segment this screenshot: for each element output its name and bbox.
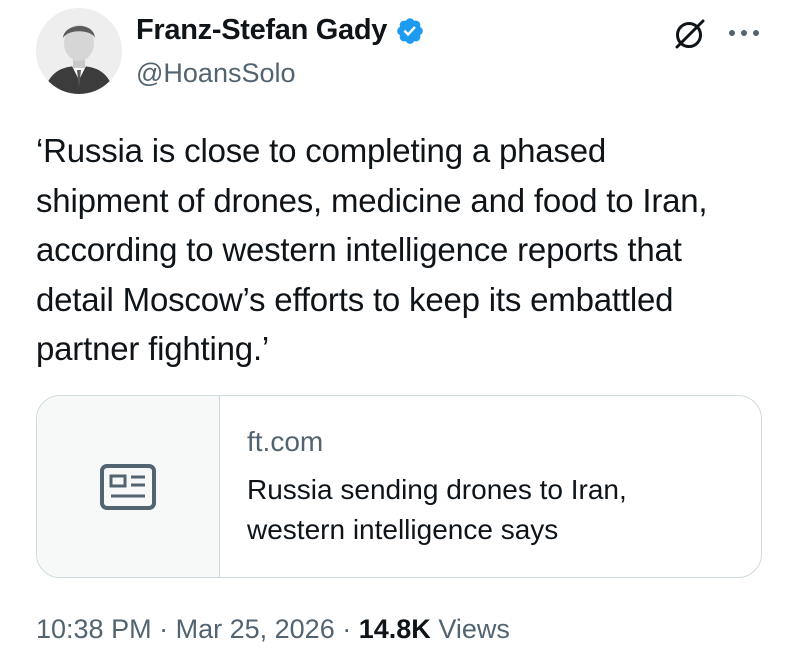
tweet-text: ‘Russia is close to completing a phased … xyxy=(36,132,708,367)
avatar-image xyxy=(36,8,122,94)
avatar[interactable] xyxy=(36,8,122,94)
timestamp-time[interactable]: 10:38 PM xyxy=(36,614,152,644)
tweet-meta: 10:38 PM · Mar 25, 2026 · 14.8K Views xyxy=(36,614,510,645)
card-thumbnail xyxy=(37,396,220,577)
name-row: Franz-Stefan Gady xyxy=(136,14,425,47)
meta-separator: · xyxy=(342,614,352,644)
tweet: Franz-Stefan Gady @HoansSolo ‘Russia is … xyxy=(0,0,800,655)
article-icon xyxy=(100,463,156,510)
card-body: ft.com Russia sending drones to Iran, we… xyxy=(220,396,707,577)
link-preview-card[interactable]: ft.com Russia sending drones to Iran, we… xyxy=(36,395,762,578)
timestamp-date[interactable]: Mar 25, 2026 xyxy=(176,614,335,644)
views-count: 14.8K xyxy=(358,614,431,644)
more-options-icon[interactable] xyxy=(724,24,764,42)
display-name[interactable]: Franz-Stefan Gady xyxy=(136,14,387,47)
card-title: Russia sending drones to Iran, western i… xyxy=(247,474,627,545)
verified-badge-icon xyxy=(397,17,423,44)
handle[interactable]: @HoansSolo xyxy=(136,58,296,89)
grok-icon[interactable] xyxy=(672,16,708,52)
card-domain: ft.com xyxy=(247,426,324,457)
meta-separator: · xyxy=(159,614,169,644)
views-label: Views xyxy=(438,614,510,644)
